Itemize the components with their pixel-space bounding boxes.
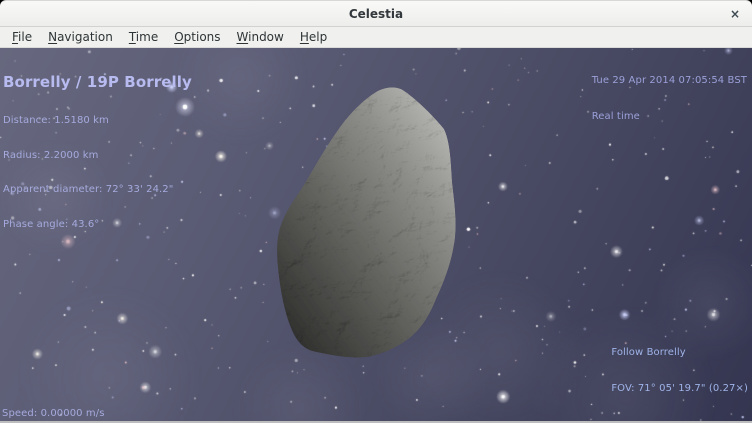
celestia-window: Celestia × FileNavigationTimeOptionsWind… (0, 0, 752, 423)
follow-mode: Follow Borrelly (611, 347, 748, 359)
current-datetime: Tue 29 Apr 2014 07:05:54 BST (592, 75, 747, 87)
target-distance: Distance: 1.5180 km (3, 115, 192, 127)
close-icon[interactable]: × (727, 6, 743, 22)
titlebar[interactable]: Celestia × (0, 0, 752, 27)
fov-readout: FOV: 71° 05' 19.7" (0.27×) (611, 383, 748, 395)
time-mode: Real time (592, 111, 747, 123)
target-info-panel: Borrelly / 19P Borrelly Distance: 1.5180… (3, 51, 192, 253)
menubar: FileNavigationTimeOptionsWindowHelp (0, 27, 752, 48)
status-panel: Follow Borrelly FOV: 71° 05' 19.7" (0.27… (611, 323, 748, 419)
asteroid-body[interactable] (277, 87, 456, 357)
menu-item-options[interactable]: Options (166, 28, 228, 46)
menu-item-time[interactable]: Time (121, 28, 166, 46)
menu-item-file[interactable]: File (4, 28, 40, 46)
target-name: Borrelly / 19P Borrelly (3, 74, 192, 91)
target-apparent-diameter: Apparent diameter: 72° 33' 24.2" (3, 184, 192, 196)
window-title: Celestia (349, 7, 403, 21)
target-phase-angle: Phase angle: 43.6° (3, 219, 192, 231)
menu-item-window[interactable]: Window (229, 28, 292, 46)
menu-item-navigation[interactable]: Navigation (40, 28, 121, 46)
space-viewport[interactable]: Borrelly / 19P Borrelly Distance: 1.5180… (0, 48, 752, 421)
menu-item-help[interactable]: Help (292, 28, 335, 46)
speed-readout: Speed: 0.00000 m/s (2, 408, 105, 420)
target-radius: Radius: 2.2000 km (3, 150, 192, 162)
time-panel: Tue 29 Apr 2014 07:05:54 BST Real time (592, 51, 747, 147)
